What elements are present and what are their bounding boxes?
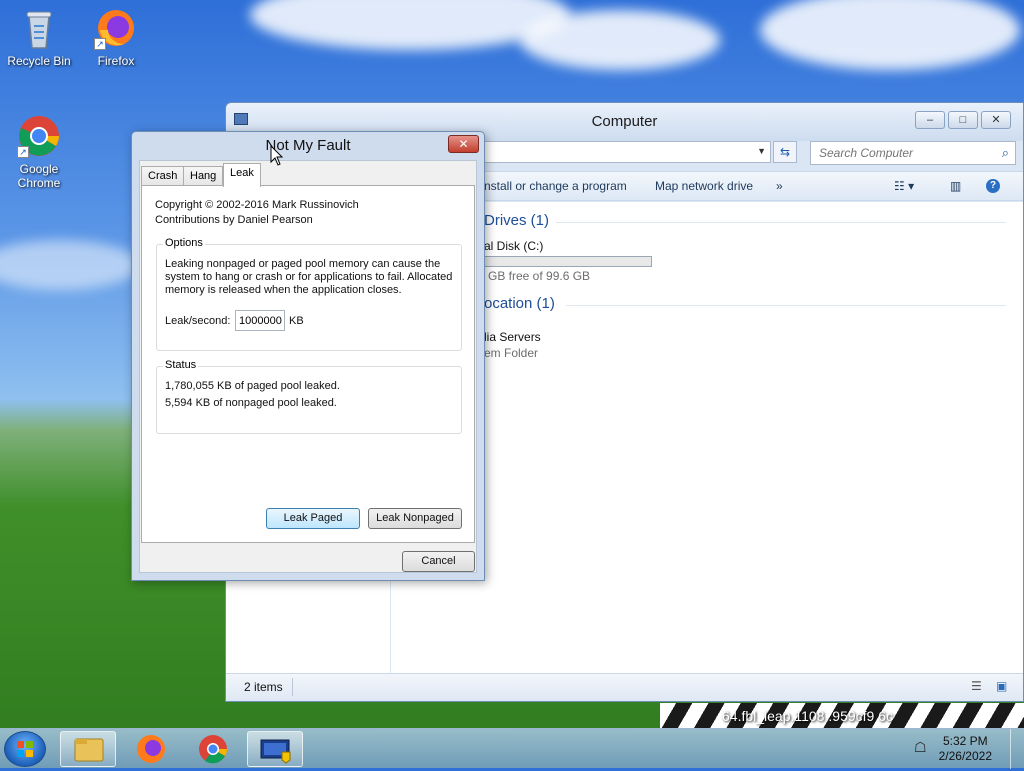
details-view-icon[interactable]: ☰ — [971, 680, 982, 693]
leak-rate-unit: KB — [289, 315, 304, 327]
paged-pool-status: 1,780,055 KB of paged pool leaked. — [165, 380, 340, 392]
desktop-icon-label: Google Chrome — [17, 162, 61, 190]
search-icon[interactable]: ⌕ — [1002, 145, 1009, 161]
tab-crash[interactable]: Crash — [141, 166, 185, 186]
chevron-down-icon[interactable]: ▼ — [757, 146, 766, 156]
dialog-titlebar[interactable]: Not My Fault ✕ — [132, 132, 484, 158]
firefox-icon — [137, 735, 165, 763]
leak-nonpaged-button[interactable]: Leak Nonpaged — [368, 508, 462, 529]
drive-free-space: GB free of 99.6 GB — [488, 269, 591, 283]
leak-tab-panel: Copyright © 2002-2016 Mark Russinovich C… — [141, 185, 475, 543]
tab-leak[interactable]: Leak — [223, 163, 261, 187]
item-count: 2 items — [244, 680, 283, 694]
desktop-icon-label: Recycle Bin — [7, 54, 71, 68]
more-commands-button[interactable]: » — [776, 179, 783, 193]
status-label: Status — [163, 359, 199, 371]
desktop-icon-firefox[interactable]: ↗ Firefox — [80, 6, 152, 68]
leak-paged-button[interactable]: Leak Paged — [266, 508, 360, 529]
copyright-text: Copyright © 2002-2016 Mark Russinovich — [155, 199, 359, 211]
desktop-icon-chrome[interactable]: ↗ Google Chrome — [3, 114, 75, 190]
taskbar-explorer-button[interactable] — [60, 731, 116, 767]
drive-name[interactable]: al Disk (C:) — [484, 240, 543, 253]
nonpaged-pool-status: 5,594 KB of nonpaged pool leaked. — [165, 397, 337, 409]
network-icon[interactable]: ☖ — [914, 739, 927, 756]
contributions-text: Contributions by Daniel Pearson — [155, 214, 313, 226]
chrome-icon — [199, 735, 227, 764]
not-my-fault-dialog[interactable]: Not My Fault ✕ Crash Hang Leak Copyright… — [131, 131, 485, 581]
taskbar-clock[interactable]: 5:32 PM 2/26/2022 — [939, 734, 992, 764]
minimize-button[interactable]: – — [915, 111, 945, 129]
options-groupbox: Options Leaking nonpaged or paged pool m… — [156, 237, 462, 351]
taskbar-notmyfault-button[interactable] — [247, 731, 303, 767]
search-input[interactable] — [817, 143, 987, 163]
drive-usage-bar — [484, 256, 652, 267]
refresh-button[interactable]: ⇆ — [773, 141, 797, 163]
location-group-title[interactable]: ocation (1) — [484, 295, 555, 312]
windows-logo-icon — [17, 741, 33, 757]
notmyfault-app-icon — [260, 739, 291, 764]
large-icons-view-icon[interactable]: ▣ — [996, 680, 1007, 693]
shortcut-arrow-icon: ↗ — [17, 146, 29, 158]
group-divider — [556, 222, 1006, 223]
options-description-line: Leaking nonpaged or paged pool memory ca… — [165, 258, 441, 270]
explorer-title: Computer — [591, 113, 658, 130]
taskbar-firefox-button[interactable] — [123, 731, 179, 767]
firefox-icon: ↗ — [94, 6, 138, 50]
address-bar[interactable]: ▼ — [484, 141, 771, 163]
media-server-name[interactable]: lia Servers — [484, 331, 541, 344]
leak-rate-label: Leak/second: — [165, 315, 231, 327]
cloud — [520, 10, 720, 70]
dialog-close-button[interactable]: ✕ — [448, 135, 479, 153]
tab-hang[interactable]: Hang — [183, 166, 224, 186]
status-bar: 2 items ☰ ▣ — [226, 673, 1023, 701]
clock-date: 2/26/2022 — [938, 749, 992, 763]
map-network-drive-button[interactable]: Map network drive — [655, 179, 753, 193]
preview-pane-icon[interactable]: ▥ — [950, 179, 961, 193]
dialog-title: Not My Fault — [265, 137, 351, 154]
help-icon[interactable]: ? — [986, 179, 1000, 193]
options-description-line: memory is released when the application … — [165, 284, 402, 296]
leak-rate-input[interactable] — [235, 310, 285, 331]
cloud — [0, 240, 140, 290]
shortcut-arrow-icon: ↗ — [94, 38, 106, 50]
taskbar: ☖ 5:32 PM 2/26/2022 — [0, 728, 1024, 769]
media-server-type: em Folder — [484, 346, 539, 360]
wallpaper-text: 64.fbl_leap.1108 .959cf9 6c — [722, 708, 893, 724]
cloud — [760, 0, 1020, 70]
uninstall-program-button[interactable]: nstall or change a program — [484, 179, 627, 193]
dialog-body: Crash Hang Leak Copyright © 2002-2016 Ma… — [139, 160, 477, 573]
change-view-icon[interactable]: ☷ ▾ — [894, 179, 914, 193]
folder-icon — [74, 738, 104, 762]
recycle-bin-icon — [17, 6, 61, 50]
desktop-icon-recycle-bin[interactable]: Recycle Bin — [3, 6, 75, 68]
search-box[interactable]: ⌕ — [810, 141, 1016, 165]
mouse-cursor-icon — [270, 145, 284, 166]
maximize-button[interactable]: □ — [948, 111, 978, 129]
options-description-line: system to hang or crash or for applicati… — [165, 271, 453, 283]
options-label: Options — [163, 237, 205, 249]
desktop-icon-label: Firefox — [97, 54, 135, 68]
status-groupbox: Status 1,780,055 KB of paged pool leaked… — [156, 359, 462, 434]
chrome-icon: ↗ — [17, 114, 61, 158]
group-divider — [566, 305, 1006, 306]
drives-group-title[interactable]: Drives (1) — [484, 212, 549, 229]
cancel-button[interactable]: Cancel — [402, 551, 475, 572]
close-button[interactable]: ✕ — [981, 111, 1011, 129]
clock-time: 5:32 PM — [942, 734, 988, 748]
refresh-icon: ⇆ — [779, 145, 791, 159]
show-desktop-button[interactable] — [1010, 729, 1024, 769]
status-divider — [292, 678, 293, 696]
taskbar-chrome-button[interactable] — [185, 731, 241, 767]
start-button[interactable] — [4, 731, 46, 767]
